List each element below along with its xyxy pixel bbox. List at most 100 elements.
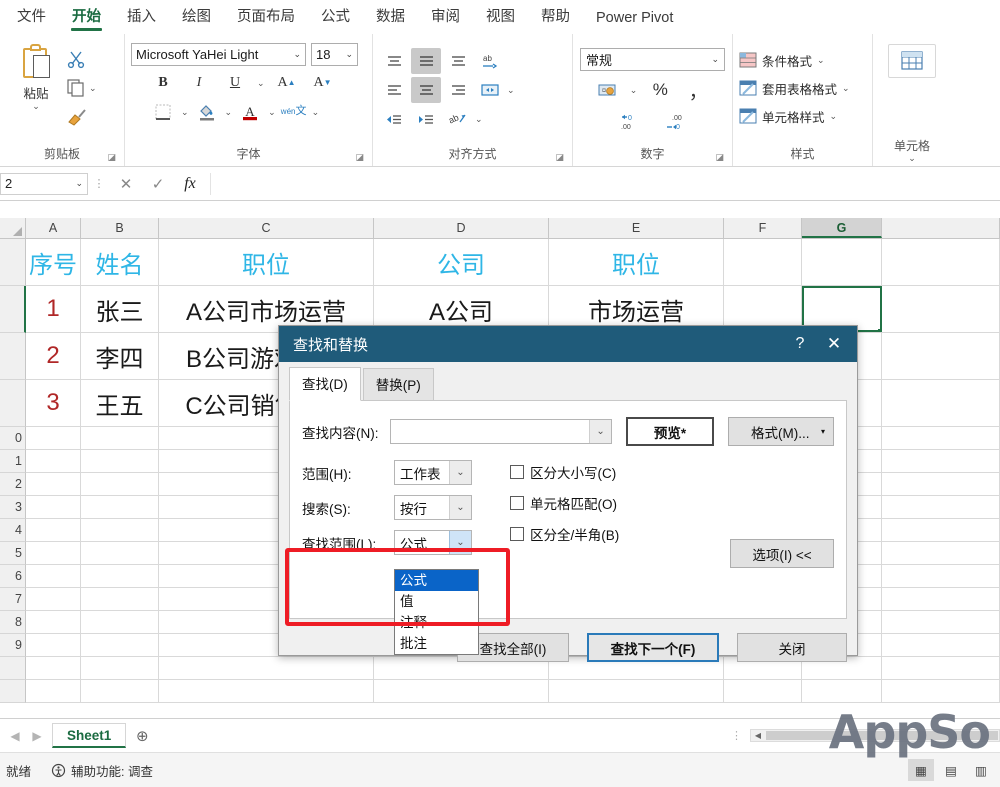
dialog-launcher-icon[interactable]: ◪	[355, 152, 364, 163]
chevron-down-icon[interactable]: ⌄	[449, 531, 471, 554]
find-what-combo[interactable]: ⌄	[389, 419, 613, 444]
ribbon-tab-help[interactable]: 帮助	[528, 1, 583, 34]
scrollbar-thumb[interactable]	[766, 731, 998, 740]
decrease-font-size-button[interactable]: A ▼	[309, 70, 337, 95]
close-dialog-button[interactable]: 关闭	[737, 633, 847, 662]
dropdown-option-comments[interactable]: 批注	[395, 633, 478, 654]
cut-button[interactable]	[66, 46, 97, 72]
chevron-down-icon[interactable]: ⌄	[257, 78, 265, 87]
empty-cell[interactable]	[26, 427, 81, 449]
empty-cell[interactable]	[26, 450, 81, 472]
increase-indent-button[interactable]	[411, 106, 441, 132]
chevron-down-icon[interactable]: ⌄	[312, 107, 320, 116]
empty-cell[interactable]	[26, 657, 81, 679]
name-box[interactable]: 2 ⌄	[0, 172, 88, 195]
empty-cell[interactable]	[26, 680, 81, 702]
increase-font-size-button[interactable]: A ▲	[273, 70, 301, 95]
column-header-h[interactable]	[882, 218, 1000, 238]
dropdown-option-formulas[interactable]: 公式	[395, 570, 478, 591]
ribbon-tab-insert[interactable]: 插入	[114, 1, 169, 34]
empty-cell[interactable]	[549, 680, 724, 702]
status-accessibility[interactable]: 辅助功能: 调查	[51, 761, 153, 780]
tab-replace[interactable]: 替换(P)	[362, 368, 434, 400]
decrease-decimal-button[interactable]: .00 0	[661, 109, 691, 135]
format-as-table-button[interactable]: 套用表格格式 ⌄	[739, 75, 850, 101]
column-header-a[interactable]: A	[26, 218, 81, 238]
chevron-down-icon[interactable]: ⌄	[449, 461, 471, 484]
empty-cell[interactable]	[81, 427, 159, 449]
page-layout-view-button[interactable]: ▤	[938, 759, 964, 781]
empty-cell[interactable]	[81, 473, 159, 495]
empty-cell[interactable]	[81, 588, 159, 610]
italic-button[interactable]: I	[185, 70, 213, 95]
close-icon[interactable]: ✕	[817, 334, 851, 354]
column-header-b[interactable]: B	[81, 218, 159, 238]
row-header[interactable]	[0, 657, 26, 680]
column-header-f[interactable]: F	[724, 218, 802, 238]
empty-cell[interactable]	[802, 680, 882, 702]
cell-c1[interactable]: 职位	[159, 239, 374, 285]
chevron-down-icon[interactable]: ⌄	[225, 107, 233, 116]
format-painter-button[interactable]	[66, 104, 97, 130]
row-header[interactable]: 3	[0, 496, 26, 519]
paste-button[interactable]: 粘贴 ⌄	[6, 42, 66, 111]
chevron-down-icon[interactable]: ⌄	[507, 86, 515, 95]
confirm-entry-button[interactable]: ✓	[142, 173, 174, 195]
scroll-left-icon[interactable]: ◀	[751, 731, 765, 740]
formula-bar-drag-handle[interactable]: ⋮	[88, 177, 110, 190]
align-middle-button[interactable]	[411, 48, 441, 74]
font-name-combo[interactable]: Microsoft YaHei Light ⌄	[131, 43, 306, 66]
add-sheet-button[interactable]: ⊕	[126, 727, 158, 745]
empty-cell[interactable]	[882, 450, 1000, 472]
prev-sheet-button[interactable]: ◀	[4, 729, 26, 743]
empty-cell[interactable]	[26, 473, 81, 495]
row-header[interactable]: 0	[0, 427, 26, 450]
empty-cell[interactable]	[26, 542, 81, 564]
row-header[interactable]: 9	[0, 634, 26, 657]
cell-a1[interactable]: 序号	[26, 239, 81, 285]
cell-b4[interactable]: 王五	[81, 380, 159, 426]
options-button[interactable]: 选项(I) <<	[730, 539, 834, 568]
empty-cell[interactable]	[882, 519, 1000, 541]
cell-e1[interactable]: 职位	[549, 239, 724, 285]
empty-cell[interactable]	[81, 450, 159, 472]
row-header[interactable]: 7	[0, 588, 26, 611]
look-in-dropdown-list[interactable]: 公式 值 注释 批注	[394, 569, 479, 655]
column-header-e[interactable]: E	[549, 218, 724, 238]
cell-b1[interactable]: 姓名	[81, 239, 159, 285]
empty-cell[interactable]	[882, 657, 1000, 679]
column-header-g[interactable]: G	[802, 218, 882, 238]
copy-button[interactable]: ⌄	[66, 75, 97, 101]
align-center-button[interactable]	[411, 77, 441, 103]
cell-h4[interactable]	[882, 380, 1000, 426]
text-direction-button[interactable]: ab	[443, 106, 473, 132]
column-header-c[interactable]: C	[159, 218, 374, 238]
cell-a3[interactable]: 2	[26, 333, 81, 379]
percent-style-button[interactable]: %	[645, 77, 675, 103]
cell-b2[interactable]: 张三	[81, 286, 159, 332]
row-header[interactable]: 4	[0, 519, 26, 542]
cell-g1[interactable]	[802, 239, 882, 285]
format-button[interactable]: 格式(M)... ▾	[727, 417, 834, 446]
conditional-formatting-button[interactable]: 条件格式 ⌄	[739, 47, 850, 73]
cell-a2[interactable]: 1	[26, 286, 81, 332]
fill-color-button[interactable]	[193, 99, 221, 124]
find-and-replace-dialog[interactable]: 查找和替换 ? ✕ 查找(D) 替换(P) 查找内容(N): ⌄ 预览* 格式(…	[278, 325, 858, 662]
empty-cell[interactable]	[26, 634, 81, 656]
empty-cell[interactable]	[882, 565, 1000, 587]
empty-cell[interactable]	[81, 565, 159, 587]
align-right-button[interactable]	[443, 77, 473, 103]
cells-button[interactable]	[888, 44, 936, 78]
cell-h2[interactable]	[882, 286, 1000, 332]
formula-input[interactable]	[210, 172, 994, 195]
row-header[interactable]	[0, 380, 26, 427]
underline-button[interactable]: U	[221, 70, 249, 95]
cell-f1[interactable]	[724, 239, 802, 285]
empty-cell[interactable]	[882, 542, 1000, 564]
cell-d1[interactable]: 公司	[374, 239, 549, 285]
dialog-launcher-icon[interactable]: ◪	[715, 152, 724, 163]
borders-button[interactable]	[149, 99, 177, 124]
chevron-down-icon[interactable]: ⌄	[32, 102, 40, 111]
page-break-view-button[interactable]: ▥	[968, 759, 994, 781]
ribbon-tab-review[interactable]: 审阅	[418, 1, 473, 34]
